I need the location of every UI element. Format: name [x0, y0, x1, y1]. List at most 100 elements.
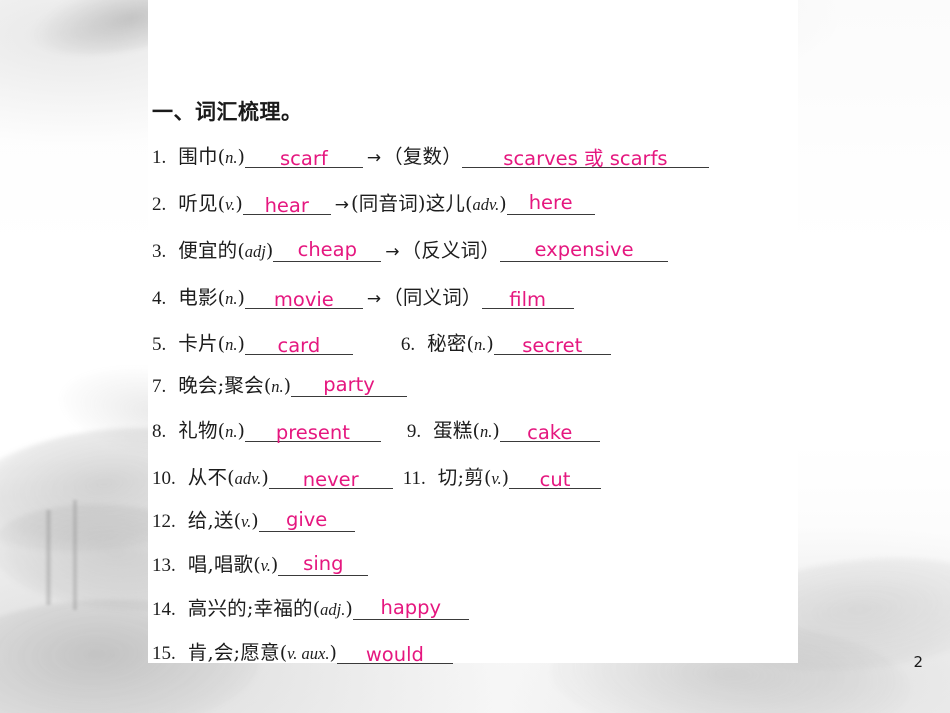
- item-pos: v.: [260, 556, 271, 575]
- item-number: 4.: [152, 288, 167, 309]
- relation-label: (同音词): [350, 192, 426, 215]
- item-number: 12.: [152, 511, 176, 532]
- paren-close: ): [499, 193, 507, 215]
- vocab-row: 1. 围巾 (n.) scarf → （复数） scarves 或 scarfs: [152, 140, 709, 169]
- item-number: 14.: [152, 599, 176, 620]
- paren-close: ): [501, 467, 510, 489]
- item-number: 8.: [152, 421, 167, 442]
- paren-close: ): [329, 642, 337, 664]
- item-chinese: 礼物: [178, 419, 218, 442]
- item-chinese-secondary: 这儿: [425, 192, 466, 215]
- paren-close: ): [265, 240, 274, 262]
- answer-blank[interactable]: cake: [499, 416, 600, 444]
- answer-blank[interactable]: never: [268, 463, 393, 491]
- vocab-row: 10. 从不 (adv.) never 11. 切;剪 (v.) cut: [152, 461, 602, 491]
- answer-text: sing: [303, 552, 344, 575]
- paren-close: ): [345, 598, 353, 620]
- answer-blank[interactable]: scarf: [244, 142, 363, 170]
- answer-text: cheap: [297, 238, 357, 261]
- item-pos: n.: [225, 289, 238, 308]
- paren-open: (: [279, 642, 288, 664]
- relation-label: （复数）: [383, 145, 462, 168]
- item-chinese: 从不: [187, 466, 228, 489]
- item-chinese: 蛋糕: [433, 419, 473, 442]
- answer-blank[interactable]: sing: [278, 550, 369, 576]
- item-number: 2.: [152, 194, 167, 215]
- arrow-right-icon: →: [366, 148, 382, 168]
- item-pos: n.: [225, 335, 238, 354]
- item-chinese: 电影: [178, 286, 218, 309]
- paren-open: (: [312, 598, 321, 620]
- answer-text: never: [302, 468, 359, 491]
- answer-text: cut: [539, 468, 571, 491]
- item-pos: n.: [473, 335, 487, 354]
- item-chinese: 秘密: [427, 332, 467, 355]
- answer-blank[interactable]: give: [258, 506, 355, 532]
- answer-blank[interactable]: party: [291, 371, 408, 397]
- page-number: 2: [913, 653, 923, 671]
- item-number: 10.: [152, 468, 176, 489]
- item-pos-secondary: adv.: [472, 195, 500, 214]
- item-chinese: 肯,会;愿意: [187, 641, 280, 664]
- answer-blank[interactable]: here: [506, 189, 595, 215]
- item-pos: adj: [244, 242, 266, 261]
- paren-close: ): [237, 333, 245, 355]
- vocab-row: 15. 肯,会;愿意 (v. aux.) would: [152, 636, 453, 665]
- item-chinese: 高兴的;幸福的: [187, 597, 313, 620]
- paren-open: (: [263, 375, 272, 397]
- paren-open: (: [227, 467, 235, 489]
- item-chinese: 晚会;聚会: [178, 374, 264, 397]
- item-pos: v.: [491, 469, 502, 488]
- answer-blank[interactable]: scarves 或 scarfs: [461, 142, 709, 170]
- page-title: 一、词汇梳理。: [152, 100, 303, 124]
- answer-blank[interactable]: present: [244, 416, 381, 444]
- answer-blank[interactable]: cheap: [273, 236, 382, 262]
- arrow-right-icon: →: [366, 289, 382, 309]
- paren-close: ): [261, 467, 269, 489]
- answer-text: present: [275, 421, 350, 444]
- relation-label: （同义词）: [383, 286, 482, 309]
- item-number: 7.: [152, 376, 167, 397]
- answer-text: scarves 或 scarfs: [503, 147, 668, 170]
- slide-canvas: 一、词汇梳理。 1. 围巾 (n.) scarf → （复数） scarves …: [0, 0, 950, 713]
- vocab-row: 4. 电影 (n.) movie → （同义词） film: [152, 281, 574, 310]
- answer-text: cake: [527, 421, 573, 444]
- paren-open: (: [233, 510, 241, 532]
- paren-open: (: [465, 193, 473, 215]
- paren-close: ): [486, 333, 494, 355]
- answer-blank[interactable]: expensive: [500, 236, 669, 262]
- vocab-row: 3. 便宜的 (adj) cheap → （反义词） expensive: [152, 234, 669, 263]
- paren-close: ): [237, 420, 245, 442]
- vocab-row: 14. 高兴的;幸福的 (adj.) happy: [152, 592, 469, 621]
- paren-open: (: [466, 333, 474, 355]
- item-number: 11.: [402, 468, 426, 489]
- item-chinese: 切;剪: [437, 466, 484, 489]
- answer-blank[interactable]: hear: [242, 189, 331, 215]
- answer-blank[interactable]: would: [336, 638, 453, 664]
- answer-text: party: [323, 373, 375, 396]
- answer-blank[interactable]: movie: [244, 283, 363, 311]
- paren-open: (: [217, 287, 226, 309]
- answer-blank[interactable]: cut: [509, 463, 602, 491]
- answer-blank[interactable]: happy: [352, 594, 469, 620]
- answer-blank[interactable]: card: [244, 329, 353, 355]
- vocab-row: 7. 晚会;聚会 (n.) party: [152, 369, 408, 398]
- arrow-right-icon: →: [385, 242, 400, 262]
- vocab-row: 13. 唱,唱歌 (v.) sing: [152, 548, 369, 577]
- paren-close: ): [283, 375, 292, 397]
- answer-text: here: [528, 191, 573, 214]
- answer-blank[interactable]: film: [481, 283, 574, 311]
- item-pos: n.: [271, 377, 284, 396]
- item-chinese: 给,送: [187, 509, 234, 532]
- paren-open: (: [217, 420, 226, 442]
- answer-text: scarf: [280, 147, 328, 170]
- answer-text: movie: [273, 288, 334, 311]
- item-number: 9.: [406, 421, 422, 442]
- answer-text: film: [509, 288, 546, 311]
- arrow-right-icon: →: [334, 195, 349, 215]
- item-number: 3.: [152, 241, 167, 262]
- item-pos: adv.: [234, 469, 262, 488]
- item-chinese: 卡片: [178, 332, 218, 355]
- vocab-row: 12. 给,送 (v.) give: [152, 504, 355, 533]
- answer-blank[interactable]: secret: [493, 329, 611, 355]
